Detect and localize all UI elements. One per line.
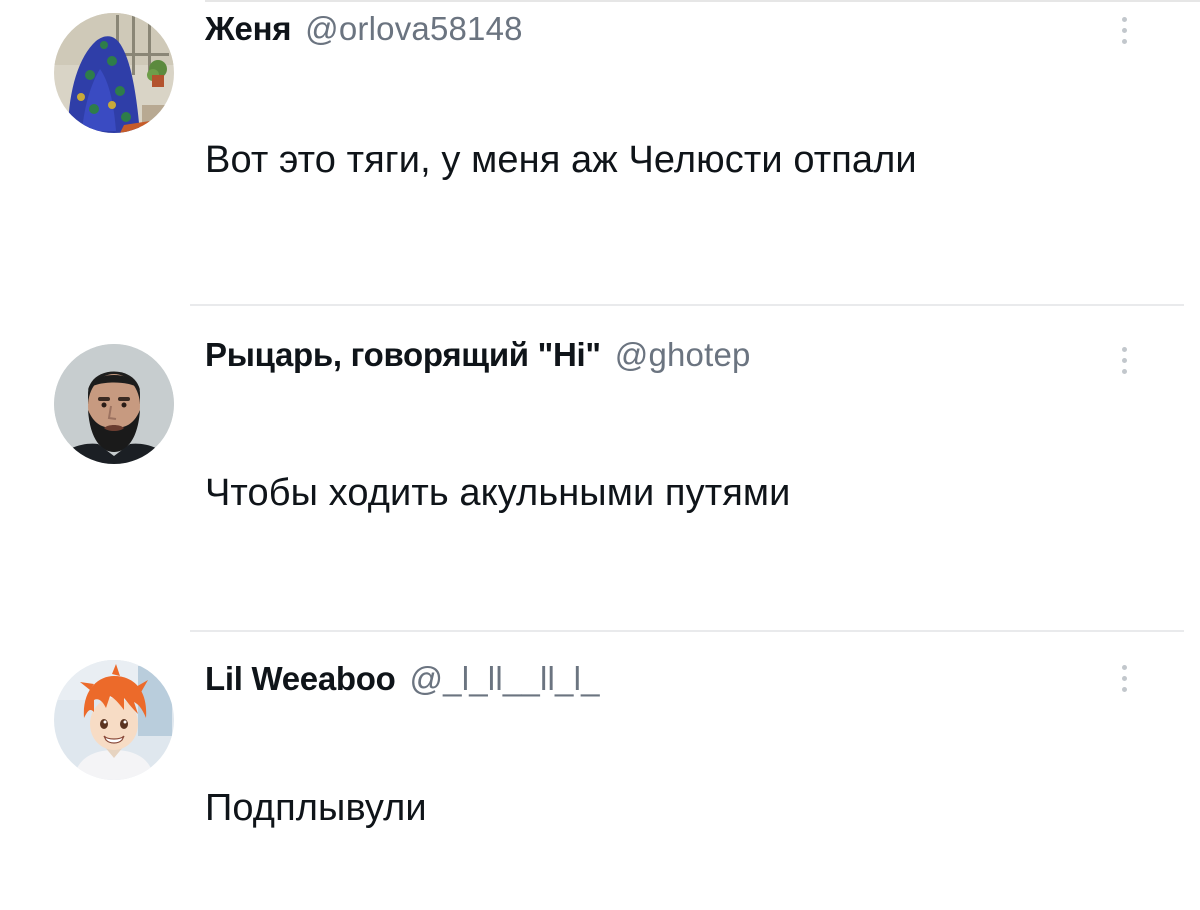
avatar-blue-blanket-figure-icon	[54, 13, 174, 133]
tweet-header: Рыцарь, говорящий "Hi" @ghotep	[205, 336, 751, 374]
author-name[interactable]: Женя	[205, 10, 291, 48]
tweet-card[interactable]: Женя @orlova58148 Вот это тяги, у меня а…	[0, 0, 1200, 306]
avatar[interactable]	[54, 13, 174, 133]
tweet-header: Lil Weeaboo @_l_ll__ll_l_	[205, 660, 600, 698]
avatar-orange-hair-anime-icon	[54, 660, 174, 780]
tweet-text: Подплывули	[205, 787, 427, 829]
more-options-icon[interactable]	[1112, 6, 1136, 54]
more-dot	[1121, 27, 1127, 33]
more-dot	[1121, 686, 1127, 692]
tweet-text: Чтобы ходить акульными путями	[205, 472, 791, 514]
more-dot	[1121, 675, 1127, 681]
avatar-bearded-man-icon	[54, 344, 174, 464]
more-dot	[1121, 664, 1127, 670]
author-handle[interactable]: @ghotep	[615, 336, 751, 374]
tweet-text: Вот это тяги, у меня аж Челюсти отпали	[205, 139, 917, 181]
tweet-card[interactable]: Рыцарь, говорящий "Hi" @ghotep Чтобы ход…	[0, 306, 1200, 632]
tweet-card[interactable]: Lil Weeaboo @_l_ll__ll_l_ Подплывули	[0, 632, 1200, 910]
author-handle[interactable]: @_l_ll__ll_l_	[409, 660, 599, 698]
avatar[interactable]	[54, 660, 174, 780]
more-dot	[1121, 38, 1127, 44]
more-options-icon[interactable]	[1112, 336, 1136, 384]
more-dot	[1121, 368, 1127, 374]
reply-feed: Женя @orlova58148 Вот это тяги, у меня а…	[0, 0, 1200, 910]
more-dot	[1121, 346, 1127, 352]
tweet-header: Женя @orlova58148	[205, 10, 523, 48]
author-handle[interactable]: @orlova58148	[305, 10, 523, 48]
more-options-icon[interactable]	[1112, 654, 1136, 702]
more-dot	[1121, 357, 1127, 363]
author-name[interactable]: Рыцарь, говорящий "Hi"	[205, 336, 601, 374]
more-dot	[1121, 16, 1127, 22]
author-name[interactable]: Lil Weeaboo	[205, 660, 396, 698]
avatar[interactable]	[54, 344, 174, 464]
